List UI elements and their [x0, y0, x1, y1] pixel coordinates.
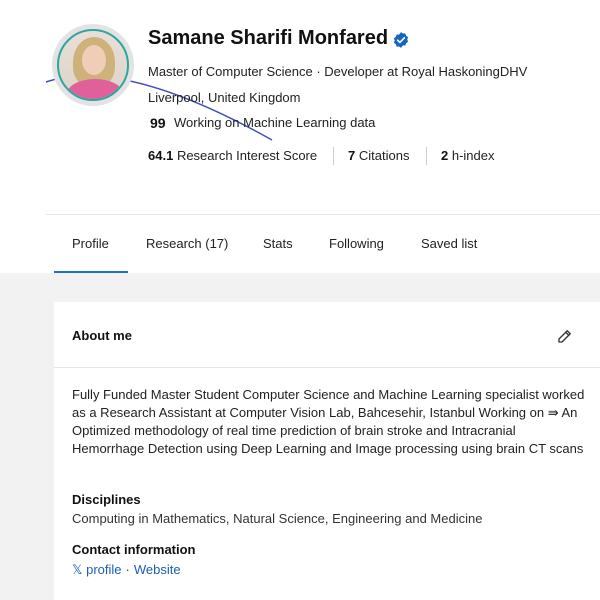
stats-divider: [426, 147, 427, 165]
stats-divider: [333, 147, 334, 165]
tab-following[interactable]: Following: [329, 236, 384, 251]
tab-profile[interactable]: Profile: [72, 236, 109, 251]
disciplines-text: Computing in Mathematics, Natural Scienc…: [72, 511, 483, 526]
citations-label: Citations: [358, 148, 410, 163]
avatar-container: [45, 24, 273, 141]
card-divider: [54, 367, 600, 368]
tab-saved-list[interactable]: Saved list: [421, 236, 477, 251]
website-link[interactable]: Website: [134, 562, 181, 577]
x-profile-link[interactable]: 𝕏 profile: [72, 562, 122, 577]
contact-links: 𝕏 profile · Website: [72, 562, 181, 578]
tab-stats[interactable]: Stats: [263, 236, 293, 251]
pencil-edit-icon[interactable]: [556, 327, 574, 345]
hindex-label: h-index: [451, 148, 495, 163]
tab-research[interactable]: Research (17): [146, 236, 228, 251]
avatar-photo: [57, 29, 129, 101]
quote-icon: 99: [150, 115, 166, 131]
profile-name: Samane Sharifi Monfared: [148, 27, 389, 49]
score-label: Research Interest Score: [176, 148, 318, 163]
about-text: Fully Funded Master Student Computer Sci…: [72, 387, 585, 456]
active-tab-indicator: [54, 271, 128, 273]
header-divider: [46, 214, 600, 215]
about-card: About me Fully Funded Master Student Com…: [54, 302, 600, 600]
contact-title: Contact information: [72, 542, 196, 557]
citations-stat[interactable]: 7 Citations: [348, 148, 409, 163]
hindex-value: 2: [441, 148, 449, 163]
avatar[interactable]: [52, 24, 134, 106]
link-separator: ·: [125, 562, 130, 577]
hindex-stat[interactable]: 2 h-index: [441, 148, 495, 163]
profile-location: Liverpool, United Kingdom: [148, 90, 301, 105]
citations-value: 7: [348, 148, 356, 163]
disciplines-title: Disciplines: [72, 492, 141, 507]
profile-status: Working on Machine Learning data: [174, 115, 376, 130]
research-interest-score[interactable]: 64.1 Research Interest Score: [148, 148, 317, 163]
score-value: 64.1: [148, 148, 174, 163]
about-title: About me: [72, 328, 132, 343]
verified-badge-icon: [393, 32, 409, 48]
profile-headline: Master of Computer Science · Developer a…: [148, 64, 528, 79]
